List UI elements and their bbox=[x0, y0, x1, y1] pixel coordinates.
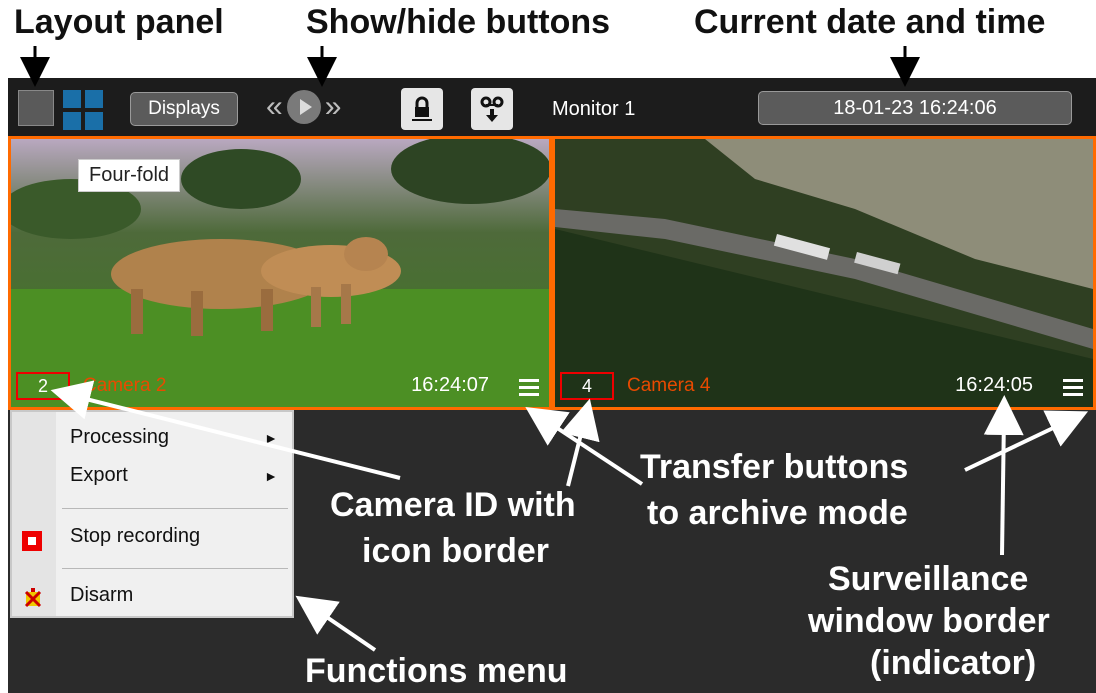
lock-button[interactable] bbox=[401, 88, 443, 130]
annotation-transfer-buttons-line2: to archive mode bbox=[647, 494, 908, 532]
submenu-arrow-icon: ► bbox=[264, 430, 278, 446]
grid-cell-icon bbox=[63, 90, 81, 108]
menu-divider bbox=[62, 508, 288, 509]
grid-cell-icon bbox=[85, 112, 103, 130]
annotation-surveillance-line3: (indicator) bbox=[870, 644, 1037, 682]
annotation-transfer-buttons-line1: Transfer buttons bbox=[640, 448, 909, 486]
monitor-label: Monitor 1 bbox=[552, 98, 636, 120]
archive-menu-icon[interactable] bbox=[1063, 379, 1083, 399]
stop-record-icon bbox=[22, 531, 42, 551]
annotation-layout-panel: Layout panel bbox=[14, 3, 224, 41]
toolbar: Displays « » Monitor 1 18-01-23 16:24:06 bbox=[8, 78, 1096, 136]
show-hide-controls: « » bbox=[266, 90, 341, 124]
submenu-arrow-icon: ► bbox=[264, 468, 278, 484]
layout-tooltip: Four-fold bbox=[78, 159, 181, 192]
camera-window-4[interactable]: 4 Camera 4 16:24:05 bbox=[552, 136, 1096, 410]
camera-id-badge: 2 bbox=[16, 372, 70, 400]
tape-download-icon bbox=[480, 96, 504, 122]
next-icon[interactable]: » bbox=[325, 90, 342, 124]
menu-item-disarm[interactable]: Disarm bbox=[70, 584, 133, 607]
layout-quad-button[interactable] bbox=[63, 90, 103, 130]
annotation-camera-id-line2: icon border bbox=[362, 532, 550, 570]
menu-divider bbox=[62, 568, 288, 569]
annotation-show-hide-buttons: Show/hide buttons bbox=[306, 3, 611, 41]
road-video-frame bbox=[555, 139, 1093, 407]
play-icon[interactable] bbox=[286, 90, 321, 124]
datetime-display: 18-01-23 16:24:06 bbox=[758, 91, 1072, 125]
camera-name: Camera 2 bbox=[83, 375, 167, 396]
annotation-functions-menu: Functions menu bbox=[305, 652, 568, 690]
annotation-camera-id-line1: Camera ID with bbox=[330, 486, 576, 524]
displays-button[interactable]: Displays bbox=[130, 92, 238, 126]
annotation-surveillance-line2: window border bbox=[808, 602, 1050, 640]
layout-single-button[interactable] bbox=[18, 90, 54, 126]
monitor-app: Displays « » Monitor 1 18-01-23 16:24:06 bbox=[8, 78, 1096, 693]
annotation-current-datetime: Current date and time bbox=[694, 3, 1046, 41]
archive-button[interactable] bbox=[471, 88, 513, 130]
functions-menu: Processing ► Export ► Stop recording Dis… bbox=[10, 410, 294, 618]
annotation-surveillance-line1: Surveillance bbox=[828, 560, 1029, 598]
camera-time: 16:24:05 bbox=[955, 374, 1033, 396]
archive-menu-icon[interactable] bbox=[519, 379, 539, 399]
menu-gutter bbox=[12, 412, 56, 616]
previous-icon[interactable]: « bbox=[266, 90, 283, 124]
menu-item-processing[interactable]: Processing bbox=[70, 426, 169, 449]
camera-name: Camera 4 bbox=[627, 375, 711, 396]
lock-icon bbox=[412, 96, 432, 121]
grid-cell-icon bbox=[63, 112, 81, 130]
camera-id-badge: 4 bbox=[560, 372, 614, 400]
camera-window-2[interactable]: Four-fold 2 Camera 2 16:24:07 bbox=[8, 136, 552, 410]
grid-cell-icon bbox=[85, 90, 103, 108]
menu-item-export[interactable]: Export bbox=[70, 464, 128, 487]
menu-item-stop-recording[interactable]: Stop recording bbox=[70, 525, 200, 548]
camera-time: 16:24:07 bbox=[411, 374, 489, 396]
disarm-icon bbox=[22, 588, 44, 610]
